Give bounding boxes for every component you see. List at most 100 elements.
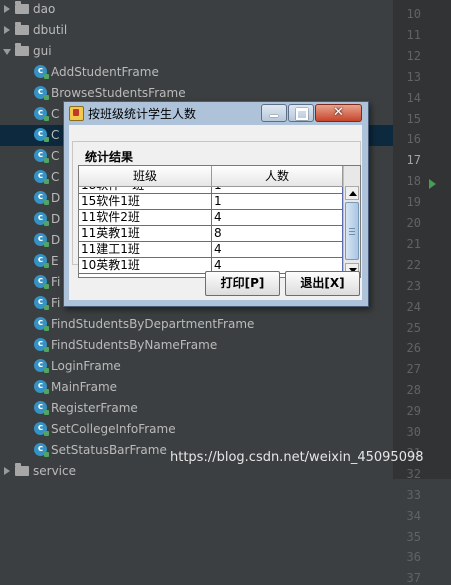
tree-class-item[interactable]: c MainFrame [0, 377, 393, 398]
cell-count: 4 [212, 242, 343, 257]
tree-class-item[interactable]: c SetCollegeInfoFrame [0, 419, 393, 440]
print-button[interactable]: 打印[P] [205, 271, 280, 296]
tree-item-label: D [51, 191, 61, 205]
tree-item-label: Fi [51, 296, 61, 310]
maximize-button[interactable] [288, 104, 314, 122]
table-row[interactable]: 11英教1班 8 [79, 226, 343, 242]
cell-class: 11建工1班 [79, 242, 212, 257]
watermark: https://blog.csdn.net/weixin_45095098 [170, 450, 424, 465]
java-class-icon: c [34, 86, 49, 100]
grip-line [349, 228, 355, 229]
table-row[interactable]: 11建工1班 4 [79, 242, 343, 258]
java-class-icon: c [34, 296, 49, 310]
java-class-icon: c [34, 422, 49, 436]
java-class-icon: c [34, 191, 49, 205]
scroll-thumb[interactable] [345, 202, 359, 260]
java-class-icon: c [34, 149, 49, 163]
dialog-titlebar[interactable]: 按班级统计学生人数 ✕ [64, 102, 368, 124]
java-class-icon: c [34, 443, 49, 457]
exit-button[interactable]: 退出[X] [285, 271, 360, 296]
minimize-icon [270, 115, 278, 117]
java-app-icon [69, 106, 84, 121]
tree-item-label: FindStudentsByNameFrame [51, 338, 218, 352]
cell-class: 18软件一班 [79, 187, 212, 193]
java-class-icon: c [34, 170, 49, 184]
tree-class-item[interactable]: c FindStudentsByNameFrame [0, 335, 393, 356]
line-number: 13 [406, 69, 421, 84]
scroll-up-button[interactable] [345, 186, 359, 200]
tree-item-label: C [51, 128, 60, 142]
tree-item-label: E [51, 254, 59, 268]
line-number: 29 [406, 404, 421, 419]
column-header-count[interactable]: 人数 [212, 166, 343, 186]
group-title: 统计结果 [83, 148, 136, 165]
dialog-content: 统计结果 班级 人数 18软件一班115软件1班111软件2班411英教1班81… [69, 125, 362, 300]
table-body: 18软件一班115软件1班111软件2班411英教1班811建工1班410英教1… [79, 187, 343, 277]
java-class-icon: c [34, 275, 49, 289]
java-class-icon: c [34, 65, 49, 79]
tree-item-label: dao [33, 2, 56, 16]
line-number: 12 [406, 48, 421, 63]
chevron-right-icon[interactable] [4, 26, 10, 34]
line-number: 17 [406, 153, 421, 168]
java-class-icon: c [34, 317, 49, 331]
table-row[interactable]: 15软件1班 1 [79, 194, 343, 210]
chevron-right-icon[interactable] [4, 467, 10, 475]
tree-folder[interactable]: dao [0, 0, 393, 20]
tree-item-label: SetCollegeInfoFrame [51, 422, 176, 436]
tree-item-label: FindStudentsByDepartmentFrame [51, 317, 255, 331]
close-button[interactable]: ✕ [315, 104, 362, 122]
cell-class: 11英教1班 [79, 226, 212, 241]
java-class-icon: c [34, 401, 49, 415]
cell-class: 10英教1班 [79, 258, 212, 273]
grip-line [349, 234, 355, 235]
statistics-dialog: 按班级统计学生人数 ✕ 统计结果 班级 人数 18软件一班115软件1班111软… [63, 101, 369, 307]
folder-icon [15, 463, 29, 476]
tree-class-item[interactable]: c AddStudentFrame [0, 62, 393, 83]
tree-item-label: C [51, 149, 60, 163]
tree-class-item[interactable]: c LoginFrame [0, 356, 393, 377]
tree-folder[interactable]: gui [0, 41, 393, 62]
java-class-icon: c [34, 338, 49, 352]
tree-item-label: D [51, 233, 61, 247]
cell-count: 8 [212, 226, 343, 241]
table-header: 班级 人数 [79, 166, 343, 187]
line-number: 24 [406, 299, 421, 314]
line-number: 30 [406, 425, 421, 439]
line-number: 19 [406, 195, 421, 210]
line-number: 28 [406, 383, 421, 398]
line-number: 20 [406, 216, 421, 230]
tree-item-label: dbutil [33, 23, 68, 37]
table-row[interactable]: 18软件一班1 [79, 187, 343, 194]
line-number: 34 [406, 508, 421, 523]
run-icon[interactable] [429, 179, 436, 189]
line-number: 18 [406, 174, 421, 189]
line-number: 37 [406, 571, 421, 585]
tree-item-label: MainFrame [51, 380, 118, 394]
tree-class-item[interactable]: c FindStudentsByDepartmentFrame [0, 314, 393, 335]
dialog-title: 按班级统计学生人数 [88, 107, 197, 121]
line-number: 14 [406, 90, 421, 105]
results-table: 班级 人数 18软件一班115软件1班111软件2班411英教1班811建工1班… [78, 165, 361, 278]
table-row[interactable]: 11软件2班 4 [79, 210, 343, 226]
grip-line [349, 231, 355, 232]
editor-gutter: 10 11 12 13 14 15 16 17 18 19 20 21 22 23 24 25 26 27 28 29… [393, 0, 451, 585]
line-number: 27 [406, 362, 421, 377]
chevron-right-icon[interactable] [4, 5, 10, 13]
folder-icon [15, 1, 29, 14]
line-number: 22 [406, 257, 421, 272]
line-number: 15 [406, 111, 421, 126]
tree-folder[interactable]: dbutil [0, 20, 393, 41]
line-number: 10 [406, 7, 421, 21]
minimize-button[interactable] [261, 104, 287, 122]
java-class-icon: c [34, 107, 49, 121]
tree-item-label: C [51, 107, 60, 121]
vertical-scrollbar[interactable] [343, 166, 360, 277]
tree-class-item[interactable]: c RegisterFrame [0, 398, 393, 419]
column-header-class[interactable]: 班级 [79, 166, 212, 186]
close-icon: ✕ [333, 105, 344, 120]
line-number: 35 [406, 529, 421, 544]
tree-item-label: C [51, 170, 60, 184]
java-class-icon: c [34, 128, 49, 142]
chevron-down-icon[interactable] [3, 49, 11, 55]
